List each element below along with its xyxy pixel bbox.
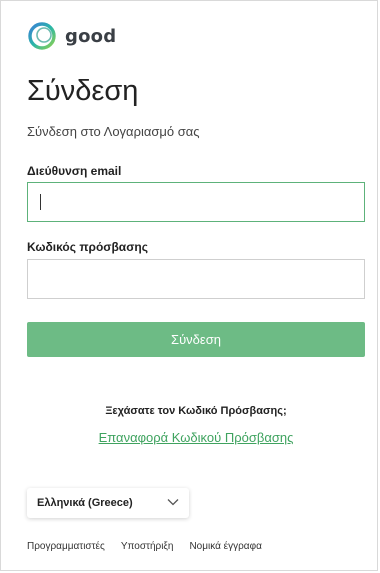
logo-icon [28,22,56,50]
email-field[interactable] [27,182,365,222]
brand-logo: good [27,21,116,51]
footer-link-legal[interactable]: Νομικά έγγραφα [189,541,261,552]
footer-link-developers[interactable]: Προγραμματιστές [27,541,105,552]
language-selected-value: Ελληνικά (Greece) [37,497,133,509]
footer-links: Προγραμματιστές Υποστήριξη Νομικά έγγραφ… [27,541,278,552]
login-button[interactable]: Σύνδεση [27,322,365,357]
text-cursor [40,194,41,210]
language-select[interactable]: Ελληνικά (Greece) [27,488,189,518]
login-page: good Σύνδεση Σύνδεση στο Λογαριασμό σας … [0,0,378,571]
chevron-down-icon [167,497,179,509]
reset-password-link[interactable]: Επαναφορά Κωδικού Πρόσβασης [1,430,380,445]
page-subtitle: Σύνδεση στο Λογαριασμό σας [27,124,200,139]
forgot-password-text: Ξεχάσατε τον Κωδικό Πρόσβασης; [105,405,287,417]
password-field[interactable] [27,259,365,299]
footer-link-support[interactable]: Υποστήριξη [121,541,174,552]
email-label: Διεύθυνση email [27,164,122,178]
page-title: Σύνδεση [27,75,139,107]
brand-name: good [65,25,117,47]
password-label: Κωδικός πρόσβασης [27,240,148,254]
